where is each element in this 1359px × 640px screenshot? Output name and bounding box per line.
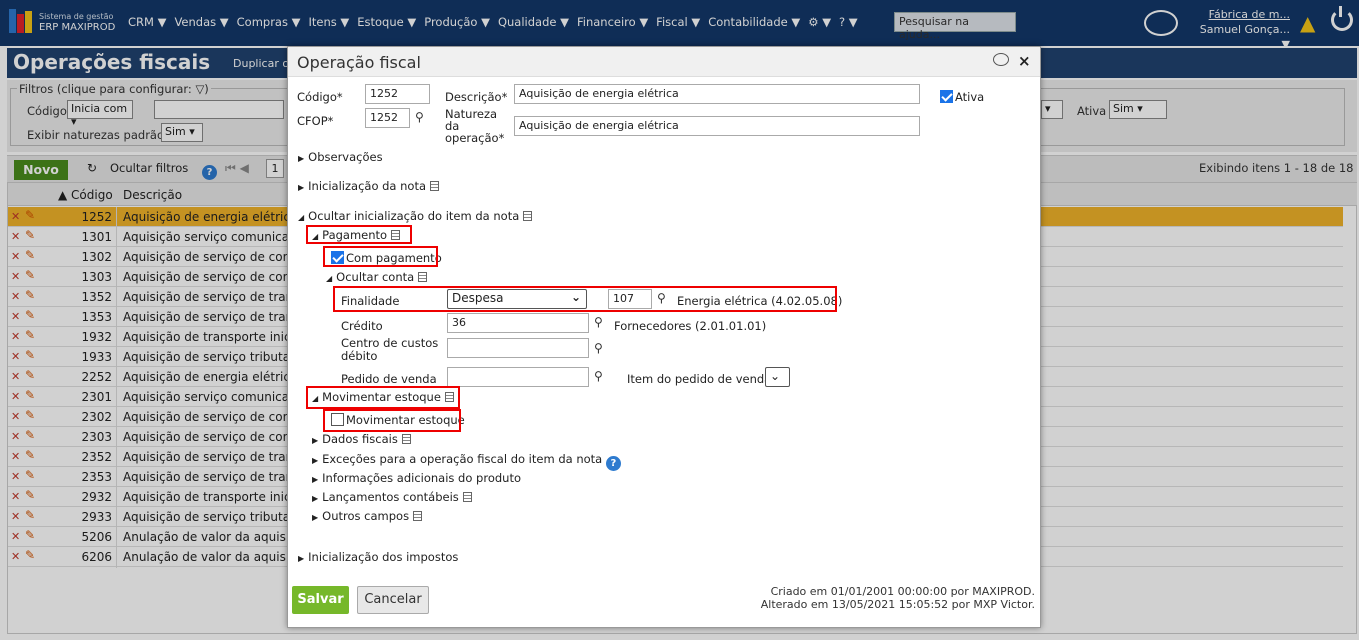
section-dados-fiscais[interactable]: ▶ Dados fiscais [312, 432, 411, 446]
search-icon[interactable]: ⚲ [594, 341, 603, 355]
section-init-impostos[interactable]: ▶ Inicialização dos impostos [298, 550, 458, 564]
document-icon [401, 434, 411, 444]
dialog-header: Operação fiscal × [288, 47, 1040, 77]
outros-label: Outros campos [322, 509, 410, 523]
codigo-input[interactable]: 1252 [365, 84, 430, 104]
document-icon [444, 392, 454, 402]
descricao-label: Descrição* [445, 90, 508, 104]
section-outros[interactable]: ▶ Outros campos [312, 509, 423, 523]
lancamentos-label: Lançamentos contábeis [322, 490, 459, 504]
chat-icon[interactable] [993, 53, 1009, 66]
search-icon[interactable]: ⚲ [594, 315, 603, 329]
document-icon [418, 272, 428, 282]
cfop-input[interactable]: 1252 [365, 108, 410, 128]
pedido-input[interactable] [447, 367, 589, 387]
credito-description: Fornecedores (2.01.01.01) [614, 319, 767, 333]
ativa-checkbox-box[interactable] [940, 90, 953, 103]
audit-info: Criado em 01/01/2001 00:00:00 por MAXIPR… [761, 585, 1035, 611]
ocultar-conta-label: Ocultar conta [336, 270, 415, 284]
document-icon [413, 511, 423, 521]
init-nota-label: Inicialização da nota [308, 179, 427, 193]
centro-label-line2: débito [341, 349, 378, 363]
section-pagamento[interactable]: ◢ Pagamento [312, 228, 401, 242]
codigo-label: Código* [297, 90, 343, 104]
modified-info: Alterado em 13/05/2021 15:05:52 por MXP … [760, 598, 1035, 611]
cfop-label: CFOP* [297, 114, 334, 128]
movimentar-cb-label: Movimentar estoque [346, 413, 465, 427]
close-icon[interactable]: × [1018, 52, 1031, 70]
conta-code-input[interactable]: 107 [608, 289, 652, 309]
ativa-checkbox[interactable]: Ativa [940, 90, 984, 104]
pedido-label: Pedido de venda [341, 372, 437, 386]
save-button[interactable]: Salvar [292, 586, 349, 614]
document-icon [462, 492, 472, 502]
section-info-adicionais[interactable]: ▶ Informações adicionais do produto [312, 471, 521, 485]
natureza-label-line3: operação* [445, 131, 505, 145]
section-init-nota[interactable]: ▶ Inicialização da nota [298, 179, 440, 193]
search-icon[interactable]: ⚲ [657, 291, 666, 305]
dialog-footer: Salvar Cancelar Criado em 01/01/2001 00:… [288, 575, 1040, 627]
natureza-input[interactable]: Aquisição de energia elétrica [514, 116, 920, 136]
finalidade-value: Despesa [452, 291, 504, 305]
document-icon [391, 230, 401, 240]
dados-fiscais-label: Dados fiscais [322, 432, 398, 446]
search-icon[interactable]: ⚲ [415, 110, 424, 124]
section-movimentar[interactable]: ◢ Movimentar estoque [312, 390, 454, 404]
centro-custos-label: Centro de custos débito [341, 337, 438, 363]
observacoes-label: Observações [308, 150, 383, 164]
info-adicionais-label: Informações adicionais do produto [322, 471, 521, 485]
init-item-label: Ocultar inicialização do item da nota [308, 209, 520, 223]
movimentar-checkbox[interactable]: Movimentar estoque [331, 413, 465, 427]
com-pagamento-label: Com pagamento [346, 251, 442, 265]
cancel-button[interactable]: Cancelar [357, 586, 429, 614]
credito-input[interactable]: 36 [447, 313, 589, 333]
natureza-label: Natureza da operação* [445, 108, 504, 144]
fiscal-operation-dialog: Operação fiscal × Código* 1252 Descrição… [287, 46, 1041, 628]
item-pedido-select[interactable]: ⌄ [765, 367, 790, 387]
section-init-item[interactable]: ◢ Ocultar inicialização do item da nota [298, 209, 533, 223]
section-observacoes[interactable]: ▶ Observações [298, 150, 383, 164]
item-pedido-label: Item do pedido de venda [627, 372, 772, 386]
conta-description: Energia elétrica (4.02.05.08) [677, 294, 843, 308]
search-icon[interactable]: ⚲ [594, 369, 603, 383]
movimentar-label: Movimentar estoque [322, 390, 441, 404]
init-impostos-label: Inicialização dos impostos [308, 550, 459, 564]
credito-label: Crédito [341, 319, 383, 333]
document-icon [430, 181, 440, 191]
excecoes-label: Exceções para a operação fiscal do item … [322, 452, 603, 466]
created-info: Criado em 01/01/2001 00:00:00 por MAXIPR… [770, 585, 1035, 598]
document-icon [523, 211, 533, 221]
finalidade-label: Finalidade [341, 294, 400, 308]
pagamento-label: Pagamento [322, 228, 388, 242]
finalidade-select[interactable]: Despesa ⌄ [447, 289, 587, 309]
movimentar-box[interactable] [331, 413, 344, 426]
section-lancamentos[interactable]: ▶ Lançamentos contábeis [312, 490, 472, 504]
chevron-down-icon: ⌄ [770, 369, 781, 383]
com-pagamento-checkbox[interactable]: Com pagamento [331, 251, 442, 265]
section-excecoes[interactable]: ▶ Exceções para a operação fiscal do item… [312, 452, 621, 471]
help-icon[interactable]: ? [605, 456, 621, 471]
chevron-down-icon: ⌄ [570, 290, 581, 304]
descricao-input[interactable]: Aquisição de energia elétrica [514, 84, 920, 104]
ativa-label: Ativa [955, 90, 985, 104]
centro-custos-input[interactable] [447, 338, 589, 358]
section-conta[interactable]: ◢ Ocultar conta [326, 270, 428, 284]
dialog-title: Operação fiscal [297, 53, 421, 72]
com-pagamento-box[interactable] [331, 251, 344, 264]
